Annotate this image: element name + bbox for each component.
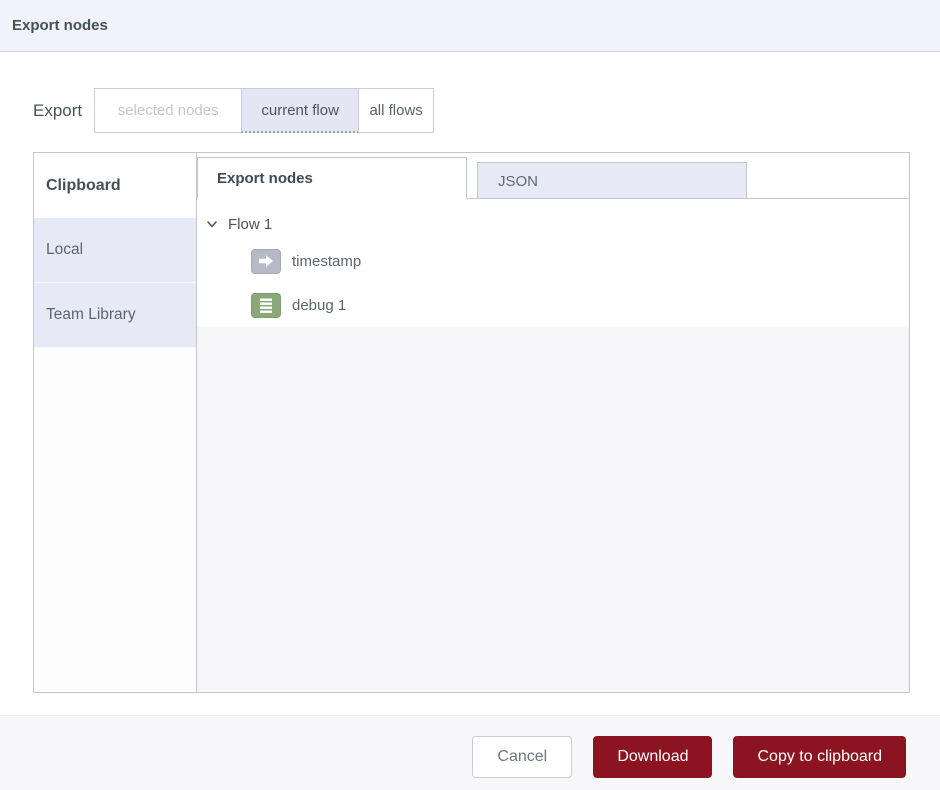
cancel-button[interactable]: Cancel [472, 736, 572, 778]
debug-lines-icon [251, 293, 281, 318]
inject-arrow-icon [251, 249, 281, 274]
export-content: Export nodes JSON Flow 1 timestamp [197, 153, 909, 692]
tree-row-debug-1[interactable]: debug 1 [197, 283, 909, 327]
export-destination-sidebar: Clipboard Local Team Library [34, 153, 197, 692]
tab-export-nodes[interactable]: Export nodes [197, 157, 467, 199]
tree-row-timestamp[interactable]: timestamp [197, 239, 909, 283]
dialog-footer: Cancel Download Copy to clipboard [0, 715, 940, 790]
export-option-all-flows[interactable]: all flows [358, 88, 434, 133]
export-option-selected-nodes[interactable]: selected nodes [94, 88, 242, 133]
export-target-row: Export selected nodes current flow all f… [33, 88, 434, 133]
node-label: debug 1 [292, 297, 346, 314]
export-option-current-flow[interactable]: current flow [241, 88, 359, 133]
sidebar-item-team-library[interactable]: Team Library [34, 283, 196, 348]
node-label: timestamp [292, 253, 361, 270]
tab-bar: Export nodes JSON [197, 153, 909, 199]
sidebar-item-clipboard[interactable]: Clipboard [34, 153, 196, 218]
tree-empty-area [197, 327, 909, 692]
flow-label: Flow 1 [228, 216, 272, 233]
export-label: Export [33, 101, 82, 121]
dialog-title: Export nodes [12, 17, 108, 34]
download-button[interactable]: Download [593, 736, 712, 778]
export-panel: Clipboard Local Team Library Export node… [33, 152, 910, 693]
sidebar-item-local[interactable]: Local [34, 218, 196, 283]
chevron-down-icon[interactable] [205, 217, 219, 231]
tab-json[interactable]: JSON [477, 162, 747, 199]
node-tree: Flow 1 timestamp [197, 199, 909, 327]
tree-row-flow-1[interactable]: Flow 1 [197, 209, 909, 239]
copy-to-clipboard-button[interactable]: Copy to clipboard [733, 736, 906, 778]
export-scope-group: selected nodes current flow all flows [94, 88, 434, 133]
dialog-header: Export nodes [0, 0, 940, 52]
